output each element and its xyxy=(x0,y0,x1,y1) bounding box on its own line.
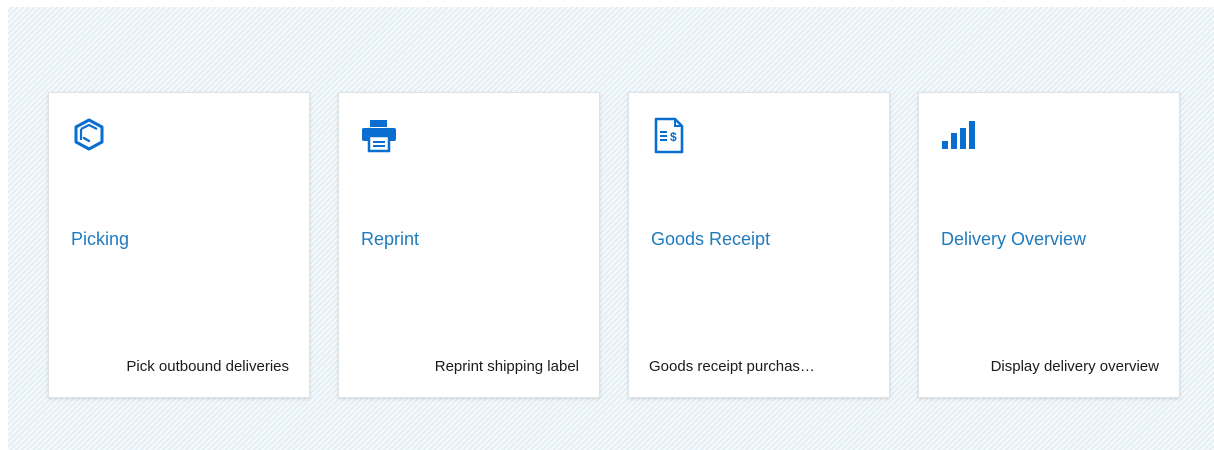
tile-delivery-overview[interactable]: Delivery Overview Display delivery overv… xyxy=(918,92,1180,398)
invoice-document-icon: $ xyxy=(649,115,689,155)
tile-title: Goods Receipt xyxy=(651,229,771,249)
tile-subtitle: Pick outbound deliveries xyxy=(126,358,289,375)
tile-subtitle: Display delivery overview xyxy=(990,358,1159,375)
svg-text:$: $ xyxy=(670,130,677,144)
launchpad-canvas: Picking Pick outbound deliveries Reprint… xyxy=(8,7,1214,450)
tile-goods-receipt[interactable]: $ Goods Receipt Goods receipt purchas… xyxy=(628,92,890,398)
tile-reprint[interactable]: Reprint Reprint shipping label xyxy=(338,92,600,398)
bar-chart-icon xyxy=(939,115,979,155)
tile-title: Picking xyxy=(71,229,130,249)
package-icon xyxy=(69,115,109,155)
tile-subtitle: Goods receipt purchas… xyxy=(649,358,815,375)
tile-title: Delivery Overview xyxy=(941,229,1087,249)
printer-icon xyxy=(359,115,399,155)
tile-picking[interactable]: Picking Pick outbound deliveries xyxy=(48,92,310,398)
tile-title: Reprint xyxy=(361,229,420,249)
tile-subtitle: Reprint shipping label xyxy=(434,358,579,375)
